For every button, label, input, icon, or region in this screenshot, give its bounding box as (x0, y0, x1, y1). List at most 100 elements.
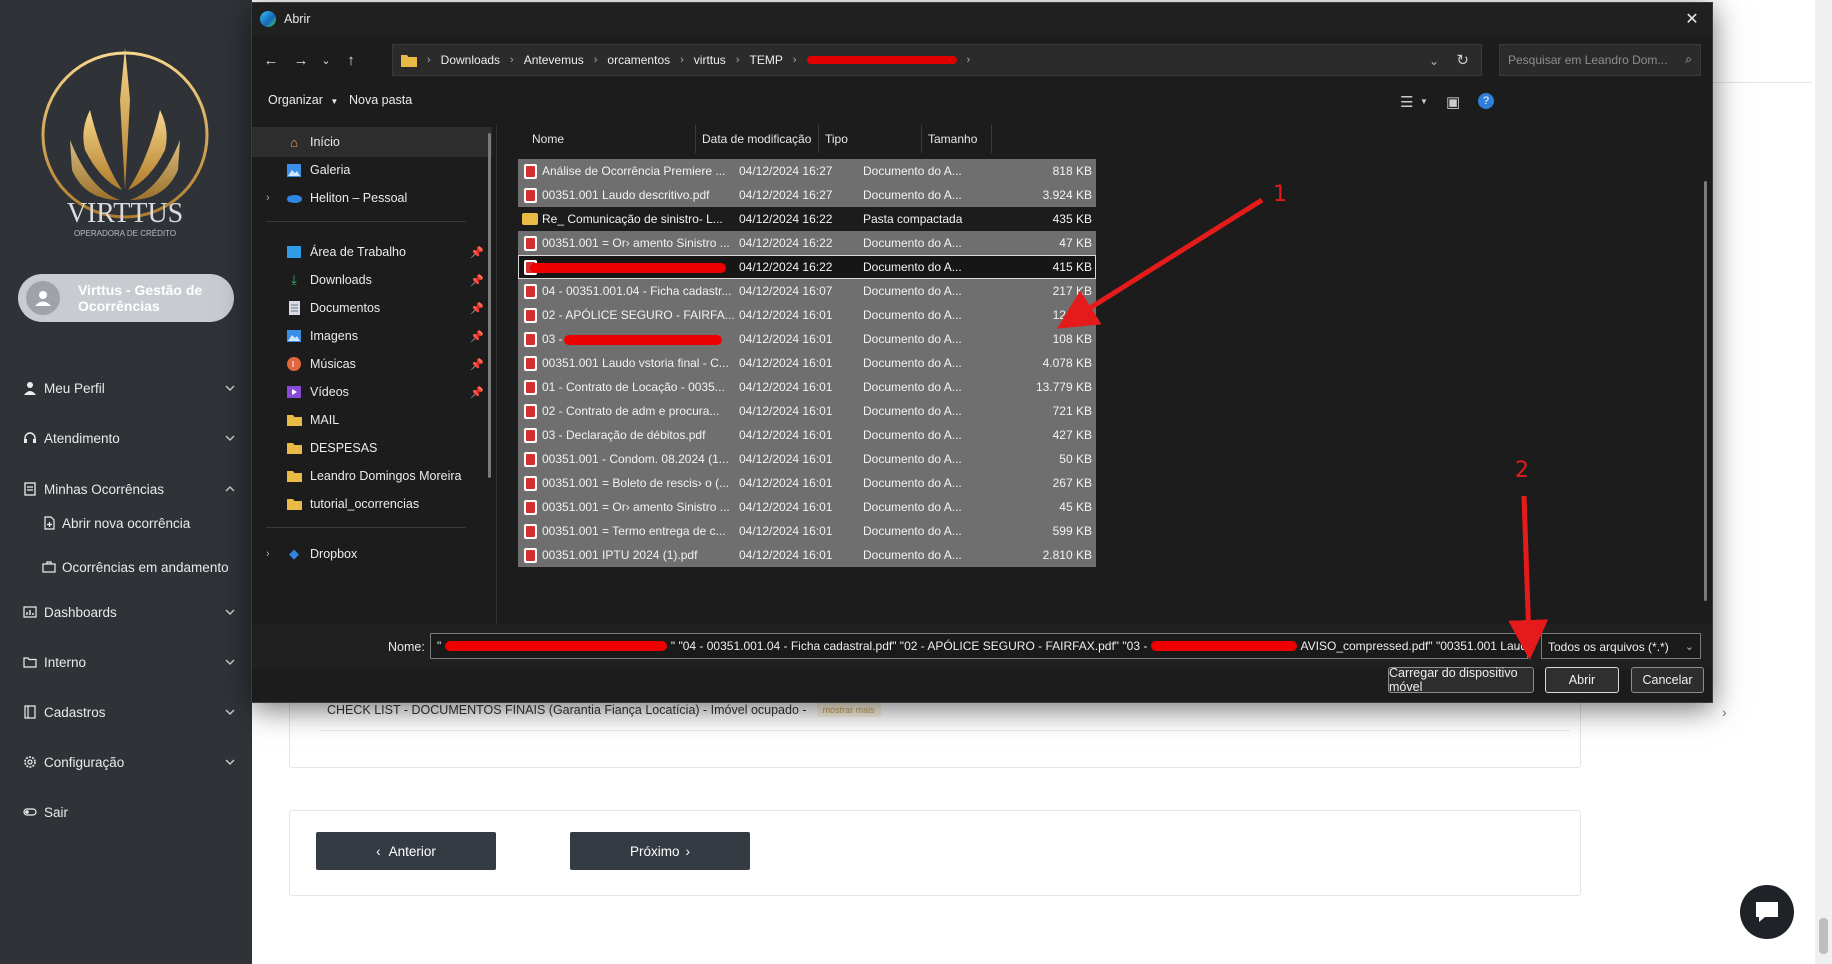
breadcrumb-item[interactable]: Downloads (441, 53, 500, 67)
back-arrow-icon[interactable]: ← (260, 49, 282, 71)
nav-item-downloads[interactable]: ⤓ Downloads 📌 (252, 265, 492, 295)
chevron-down-icon[interactable]: ⌄ (1429, 54, 1439, 68)
nav-item-tutorial[interactable]: tutorial_ocorrencias (252, 489, 492, 519)
redacted-mark (530, 263, 726, 273)
forward-arrow-icon[interactable]: → (290, 49, 312, 71)
menu-sair[interactable]: Sair (22, 798, 236, 826)
nav-item-despesas[interactable]: DESPESAS (252, 433, 492, 463)
breadcrumb-item[interactable]: orcamentos (607, 53, 670, 67)
column-type[interactable]: Tipo (819, 125, 922, 153)
file-row[interactable]: 00351.001 Laudo vstoria final - C... 04/… (518, 351, 1096, 375)
menu-meu-perfil[interactable]: Meu Perfil (22, 374, 236, 402)
open-button[interactable]: Abrir (1545, 667, 1619, 693)
breadcrumb-item[interactable]: Antevemus (524, 53, 584, 67)
nav-item-desktop[interactable]: Área de Trabalho 📌 (252, 237, 492, 267)
file-row[interactable]: 04 - 00351.001.04 - Ficha cadastr... 04/… (518, 279, 1096, 303)
pin-icon[interactable]: 📌 (470, 330, 484, 343)
nav-item-leandro[interactable]: Leandro Domingos Moreira (252, 461, 492, 491)
new-folder-button[interactable]: Nova pasta (349, 93, 412, 107)
file-row[interactable]: 00351.001 = Termo entrega de c... 04/12/… (518, 519, 1096, 543)
previous-button[interactable]: ‹ Anterior (316, 832, 496, 870)
menu-interno[interactable]: Interno (22, 648, 236, 676)
cloud-icon (285, 190, 303, 206)
chevron-right-icon: › (680, 54, 684, 66)
nav-item-imagens[interactable]: Imagens 📌 (252, 321, 492, 351)
breadcrumb-item[interactable]: virttus (694, 53, 726, 67)
cancel-button[interactable]: Cancelar (1631, 667, 1704, 693)
file-row[interactable]: 04/12/2024 16:22 Documento do A... 415 K… (518, 255, 1096, 279)
file-row[interactable]: 00351.001 IPTU 2024 (1).pdf 04/12/2024 1… (518, 543, 1096, 567)
nav-item-dropbox[interactable]: › ◆ Dropbox (252, 539, 492, 569)
file-row[interactable]: Análise de Ocorrência Premiere ... 04/12… (518, 159, 1096, 183)
pin-icon[interactable]: 📌 (470, 302, 484, 315)
refresh-icon[interactable]: ↻ (1456, 51, 1469, 69)
file-row[interactable]: 00351.001 - Condom. 08.2024 (1... 04/12/… (518, 447, 1096, 471)
breadcrumb-item[interactable]: TEMP (749, 53, 782, 67)
load-from-mobile-button[interactable]: Carregar do dispositivo móvel (1388, 666, 1534, 694)
nav-item-videos[interactable]: Vídeos 📌 (252, 377, 492, 407)
caret-down-icon[interactable]: ▼ (1420, 97, 1428, 106)
nav-item-galeria[interactable]: Galeria (252, 155, 492, 185)
file-row[interactable]: 03 - 04/12/2024 16:01 Documento do A... … (518, 327, 1096, 351)
nav-item-documentos[interactable]: Documentos 📌 (252, 293, 492, 323)
menu-atendimento[interactable]: Atendimento (22, 424, 236, 452)
file-list: Nome Data de modificação Tipo Tamanho An… (500, 125, 1712, 659)
nav-item-musicas[interactable]: Músicas 📌 (252, 349, 492, 379)
search-input[interactable]: Pesquisar em Leandro Dom... ⌕ (1499, 44, 1701, 76)
next-button[interactable]: Próximo › (570, 832, 750, 870)
address-bar[interactable]: › Downloads › Antevemus › orcamentos › v… (392, 44, 1482, 76)
menu-minhas-ocorrencias[interactable]: Minhas Ocorrências (22, 475, 236, 503)
help-icon[interactable]: ? (1478, 93, 1494, 109)
nav-item-mail[interactable]: MAIL (252, 405, 492, 435)
file-type: Documento do A... (863, 428, 962, 442)
file-row[interactable]: Re_ Comunicação de sinistro- L... 04/12/… (518, 207, 1096, 231)
page-scrollbar[interactable] (1815, 0, 1832, 964)
file-size: 13.779 KB (1035, 380, 1092, 394)
file-row[interactable]: 00351.001 = Or› amento Sinistro ... 04/1… (518, 231, 1096, 255)
pin-icon[interactable]: 📌 (470, 274, 484, 287)
nav-item-inicio[interactable]: ⌂ Início (252, 127, 492, 157)
file-date: 04/12/2024 16:27 (739, 164, 833, 178)
pin-icon[interactable]: 📌 (470, 386, 484, 399)
chevron-down-icon[interactable]: ⌄ (1512, 640, 1521, 653)
pin-icon[interactable]: 📌 (470, 358, 484, 371)
file-row[interactable]: 00351.001 = Or› amento Sinistro ... 04/1… (518, 495, 1096, 519)
column-size[interactable]: Tamanho (922, 125, 992, 153)
virttus-logo: VIRTTUS OPERADORA DE CRÉDITO (41, 48, 209, 238)
menu-dashboards[interactable]: Dashboards (22, 598, 236, 626)
chat-button[interactable] (1740, 885, 1794, 939)
user-card[interactable]: Virttus - Gestão de Ocorrências (18, 274, 234, 322)
up-arrow-icon[interactable]: ↑ (340, 49, 362, 71)
menu-configuracao[interactable]: Configuração (22, 748, 236, 776)
chevron-right-icon[interactable]: › (266, 192, 270, 204)
chevron-right-icon[interactable]: › (266, 548, 270, 560)
nav-label: Downloads (310, 273, 372, 287)
view-options-icon[interactable]: ☰ (1400, 93, 1413, 111)
file-row[interactable]: 02 - Contrato de adm e procura... 04/12/… (518, 399, 1096, 423)
submenu-ocorrencias-andamento[interactable]: Ocorrências em andamento (42, 554, 242, 580)
preview-pane-icon[interactable]: ▣ (1446, 93, 1460, 111)
scrollbar-thumb[interactable] (1819, 918, 1828, 954)
edge-icon (260, 11, 276, 27)
column-name[interactable]: Nome (500, 125, 696, 153)
file-row[interactable]: 03 - Declaração de débitos.pdf 04/12/202… (518, 423, 1096, 447)
file-row[interactable]: 00351.001 Laudo descritivo.pdf 04/12/202… (518, 183, 1096, 207)
close-icon[interactable]: ✕ (1682, 9, 1702, 29)
nav-pane-scrollbar[interactable] (488, 133, 491, 478)
chevron-right-icon[interactable]: › (1722, 704, 1727, 720)
file-list-scrollbar[interactable] (1704, 181, 1707, 601)
recent-dropdown-icon[interactable]: ⌄ (315, 49, 337, 71)
menu-cadastros[interactable]: Cadastros (22, 698, 236, 726)
file-row[interactable]: 02 - APÓLICE SEGURO - FAIRFA... 04/12/20… (518, 303, 1096, 327)
file-row[interactable]: 01 - Contrato de Locação - 0035... 04/12… (518, 375, 1096, 399)
pdf-file-icon (524, 475, 537, 491)
file-type-select[interactable]: Todos os arquivos (*.*) ⌄ (1541, 633, 1701, 659)
filename-input[interactable]: " " "04 - 00351.001.04 - Ficha cadastral… (430, 633, 1528, 659)
file-row[interactable]: 00351.001 = Boleto de rescis› o (... 04/… (518, 471, 1096, 495)
search-placeholder: Pesquisar em Leandro Dom... (1508, 53, 1668, 67)
nav-item-onedrive[interactable]: › Heliton – Pessoal (252, 183, 492, 213)
submenu-abrir-nova-ocorrencia[interactable]: Abrir nova ocorrência (42, 510, 242, 536)
pin-icon[interactable]: 📌 (470, 246, 484, 259)
column-date[interactable]: Data de modificação (696, 125, 819, 153)
organize-button[interactable]: Organizar ▼ (268, 93, 338, 107)
